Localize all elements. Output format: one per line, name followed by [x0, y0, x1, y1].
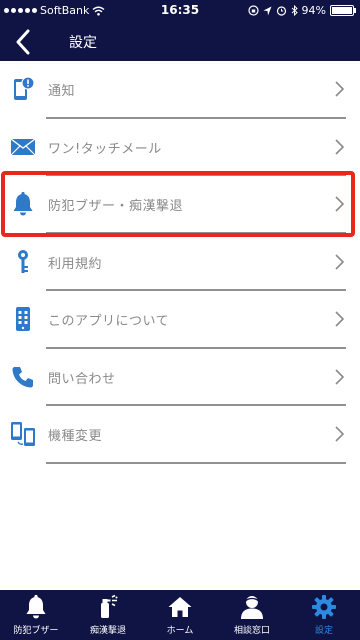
- back-button[interactable]: [6, 26, 40, 58]
- tab-label: 相談窓口: [233, 626, 270, 636]
- location-icon: [263, 6, 272, 15]
- tab-settings[interactable]: 設定: [288, 590, 360, 640]
- menu-item-device-change[interactable]: 機種変更: [0, 406, 360, 464]
- device-transfer-icon: [10, 421, 36, 447]
- menu-item-label: 機種変更: [48, 429, 103, 444]
- back-arrow-icon: [16, 29, 30, 55]
- bluetooth-icon: [291, 5, 298, 16]
- menu-item-about-app[interactable]: このアプリについて: [0, 291, 360, 349]
- person-icon: [238, 593, 266, 621]
- menu-item-label: 問い合わせ: [48, 371, 116, 387]
- key-icon: [10, 249, 36, 275]
- highlight-box: [1, 171, 355, 237]
- menu-item-notification[interactable]: 通知: [0, 61, 360, 119]
- battery-icon: [330, 5, 356, 16]
- menu-item-label: 利用規約: [48, 256, 103, 272]
- status-bar: SoftBank 16:35 94%: [0, 0, 360, 22]
- chevron-right-icon: [335, 253, 345, 270]
- menu-item-contact[interactable]: 問い合わせ: [0, 349, 360, 406]
- settings-list: 通知 ワン!タッチメール 防犯ブザー・痴漢撃退 利用規約 このアプリについて 問…: [0, 61, 360, 464]
- mobile-app-icon: [10, 306, 36, 332]
- spray-icon: [94, 593, 122, 621]
- menu-item-label: 通知: [48, 84, 76, 99]
- chevron-right-icon: [335, 81, 345, 97]
- tab-home[interactable]: ホーム: [144, 590, 216, 640]
- status-right: 94%: [247, 4, 356, 17]
- tab-molester-repel[interactable]: 痴漢撃退: [72, 590, 144, 640]
- tab-consultation[interactable]: 相談窓口: [216, 590, 288, 640]
- tab-label: 防犯ブザー: [13, 626, 59, 636]
- home-icon: [166, 593, 194, 621]
- chevron-right-icon: [335, 311, 345, 327]
- menu-item-one-touch-mail[interactable]: ワン!タッチメール: [0, 119, 360, 176]
- battery-percent: 94%: [301, 4, 326, 17]
- tab-bar: 防犯ブザー 痴漢撃退 ホーム 相談窓口 設定: [0, 590, 360, 640]
- gear-icon: [310, 593, 338, 621]
- tab-label: 痴漢撃退: [89, 626, 126, 636]
- envelope-icon: [10, 134, 36, 160]
- menu-item-label: ワン!タッチメール: [48, 141, 162, 157]
- chevron-right-icon: [335, 426, 345, 442]
- top-bar: SoftBank 16:35 94% 設定: [0, 0, 360, 61]
- phone-handset-icon: [10, 364, 36, 390]
- phone-notification-icon: [10, 76, 36, 102]
- alarm-icon: [276, 6, 286, 16]
- tab-label: 設定: [314, 626, 333, 636]
- tab-label: ホーム: [166, 626, 194, 636]
- orientation-lock-icon: [247, 5, 259, 16]
- menu-item-label: このアプリについて: [48, 314, 170, 329]
- chevron-right-icon: [335, 368, 345, 385]
- chevron-right-icon: [335, 138, 345, 155]
- bell-icon: [22, 593, 50, 621]
- tab-security-buzzer[interactable]: 防犯ブザー: [0, 590, 72, 640]
- divider: [46, 461, 346, 464]
- nav-bar: 設定: [0, 22, 360, 61]
- page-title: 設定: [69, 35, 97, 51]
- menu-item-terms[interactable]: 利用規約: [0, 234, 360, 291]
